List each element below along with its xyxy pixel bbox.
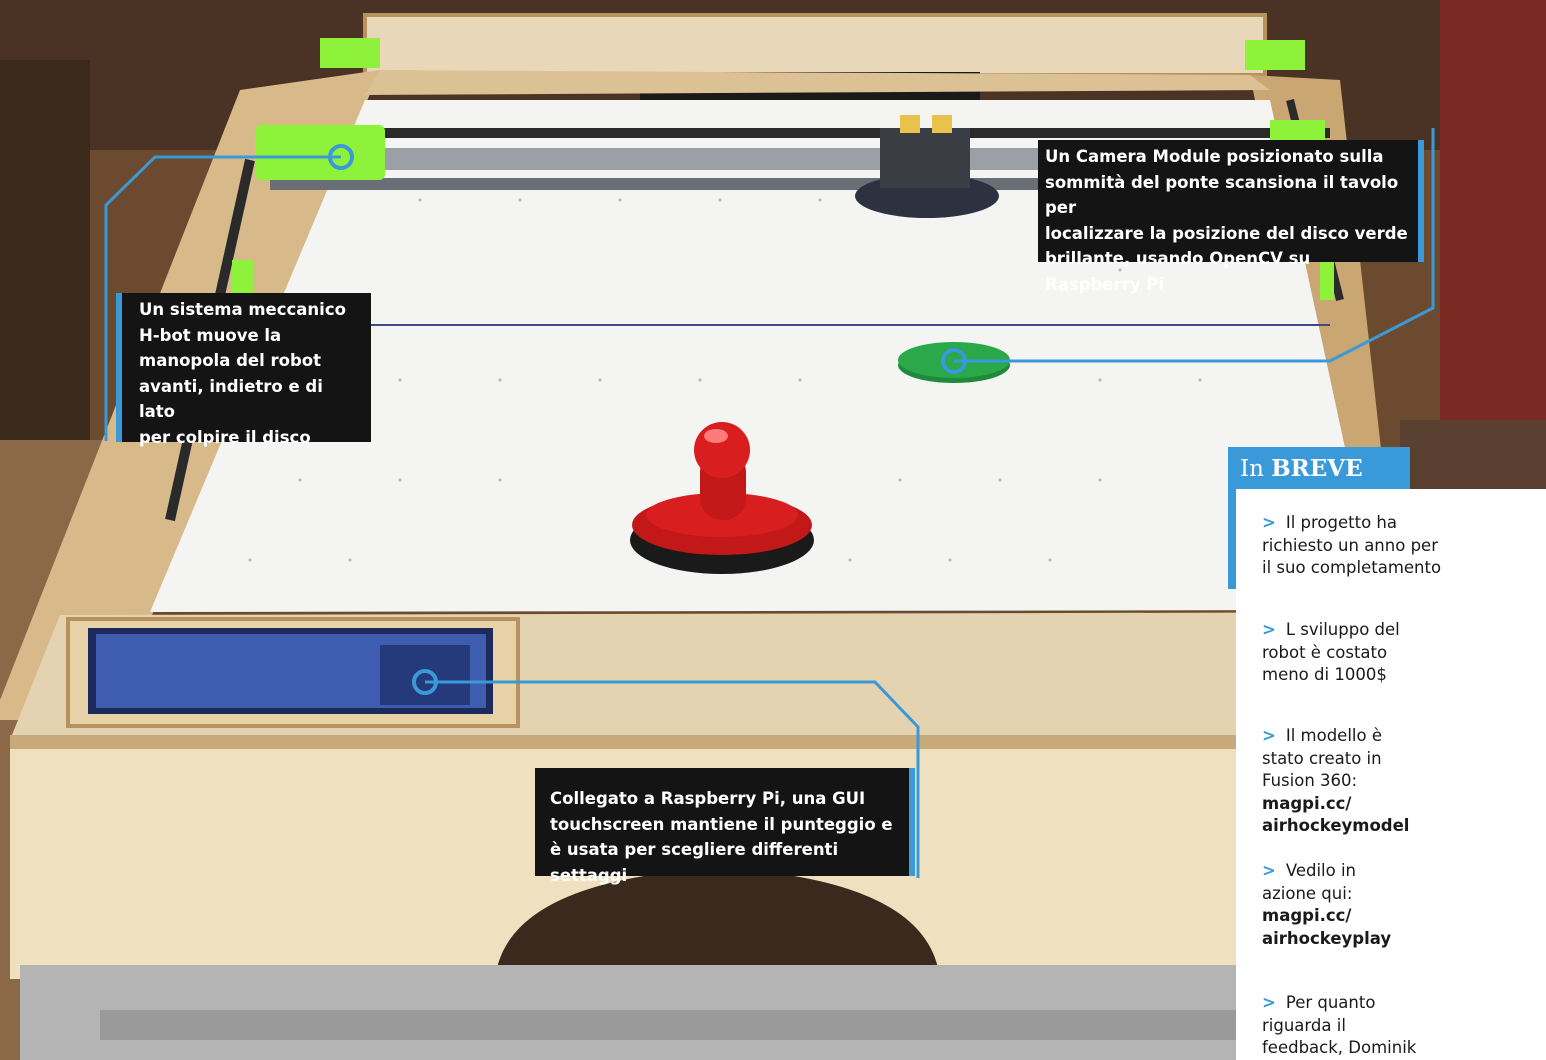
breve-item-text: Vedilo in azione qui: bbox=[1262, 861, 1357, 903]
breve-item: > Il modello è stato creato in Fusion 360… bbox=[1262, 725, 1462, 838]
breve-heading: In BREVE bbox=[1228, 447, 1410, 489]
breve-item-text: Il modello è stato creato in Fusion 360: bbox=[1262, 726, 1382, 790]
breve-item: > Per quanto riguarda il feedback, Domini… bbox=[1262, 992, 1462, 1060]
arrow-icon: > bbox=[1262, 861, 1276, 880]
hbot-callout-text: Un sistema meccanico H-bot muove la mano… bbox=[139, 300, 346, 447]
hbot-callout: Un sistema meccanico H-bot muove la mano… bbox=[116, 293, 371, 447]
breve-item: > L sviluppo del robot è costato meno di … bbox=[1262, 619, 1462, 687]
breve-item-text: L sviluppo del robot è costato meno di 1… bbox=[1262, 620, 1400, 684]
breve-title-prefix: In bbox=[1240, 456, 1264, 482]
arrow-icon: > bbox=[1262, 726, 1276, 745]
arrow-icon: > bbox=[1262, 993, 1276, 1012]
gui-callout-text: Collegato a Raspberry Pi, una GUI touchs… bbox=[550, 789, 893, 885]
breve-item-text: Per quanto riguarda il feedback, Dominik bbox=[1262, 993, 1417, 1057]
arrow-icon: > bbox=[1262, 620, 1276, 639]
breve-title-bold: BREVE bbox=[1271, 455, 1363, 482]
breve-item-text: Il progetto ha richiesto un anno per il … bbox=[1262, 513, 1442, 577]
breve-item: > Il progetto ha richiesto un anno per il… bbox=[1262, 512, 1462, 580]
arrow-icon: > bbox=[1262, 513, 1276, 532]
breve-accent-stripe bbox=[1228, 489, 1236, 589]
breve-item: > Vedilo in azione qui: magpi.cc/ airhock… bbox=[1262, 860, 1462, 950]
camera-callout: Un Camera Module posizionato sulla sommi… bbox=[1038, 140, 1424, 294]
camera-callout-text: Un Camera Module posizionato sulla sommi… bbox=[1045, 147, 1408, 294]
breve-item-link[interactable]: magpi.cc/ airhockeymodel bbox=[1262, 793, 1462, 838]
breve-item-link[interactable]: magpi.cc/ airhockeyplay bbox=[1262, 905, 1462, 950]
gui-callout: Collegato a Raspberry Pi, una GUI touchs… bbox=[535, 768, 915, 885]
